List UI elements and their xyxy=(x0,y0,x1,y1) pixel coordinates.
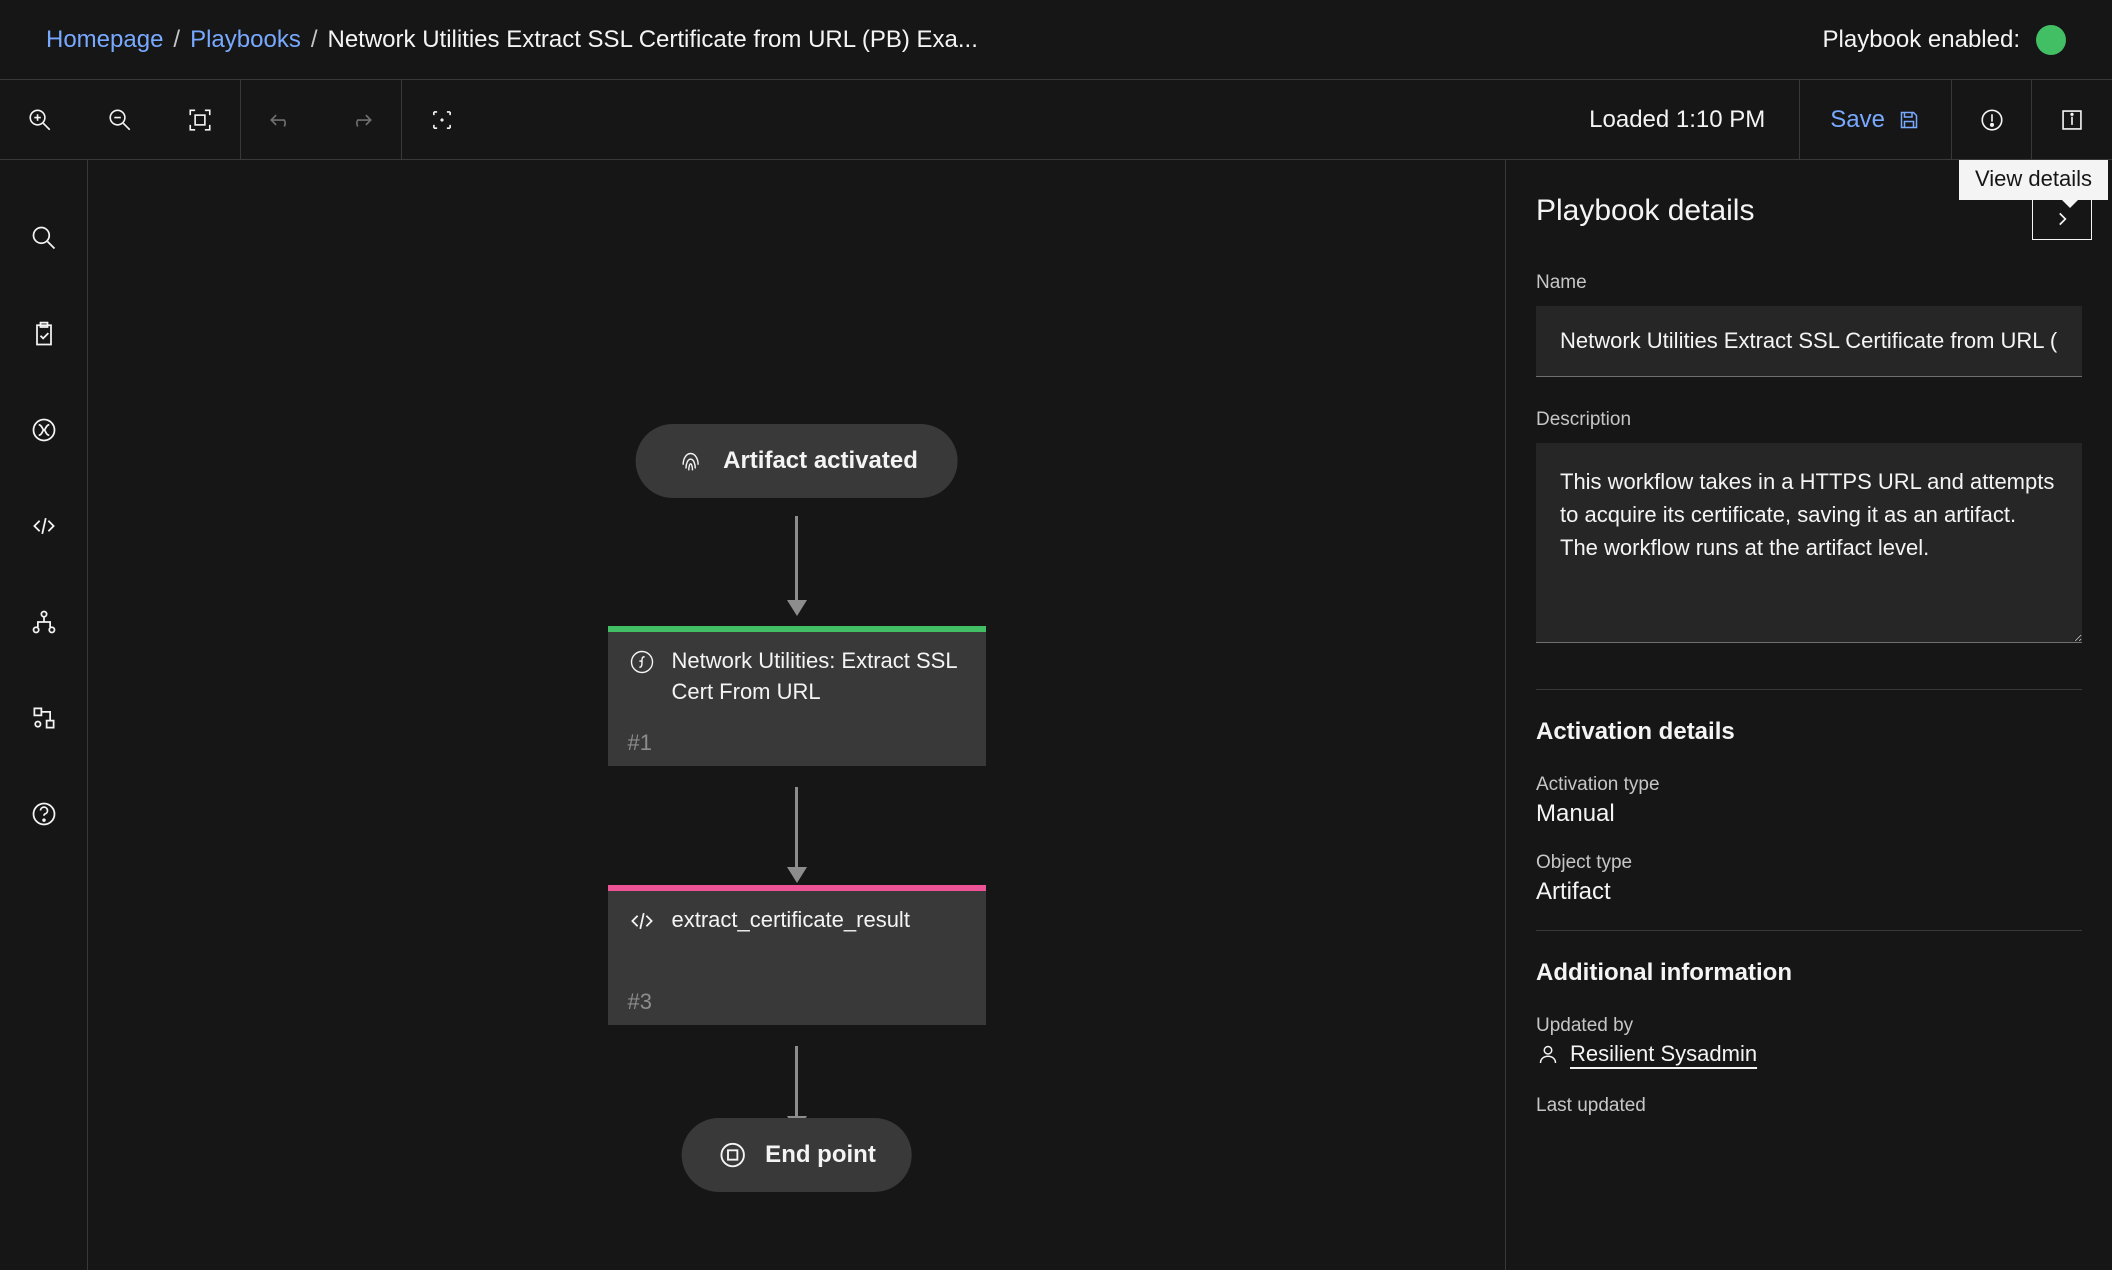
activation-heading: Activation details xyxy=(1536,718,2082,746)
save-icon xyxy=(1897,108,1921,132)
select-icon xyxy=(429,107,455,133)
script-node-icon xyxy=(628,907,656,935)
playbook-enabled-toggle[interactable] xyxy=(2036,25,2066,55)
chevron-right-icon xyxy=(2053,210,2071,228)
zoom-out-icon xyxy=(107,107,133,133)
breadcrumb-current: Network Utilities Extract SSL Certificat… xyxy=(328,26,978,54)
sidebar-search[interactable] xyxy=(0,190,88,286)
tree-icon xyxy=(30,608,58,636)
name-label: Name xyxy=(1536,272,2082,294)
zoom-in-button[interactable] xyxy=(0,80,80,159)
object-type-value: Artifact xyxy=(1536,878,2082,906)
sidebar-tasks[interactable] xyxy=(0,286,88,382)
flow-canvas[interactable]: Artifact activated Network Utilities: Ex… xyxy=(88,160,1506,1270)
description-textarea[interactable] xyxy=(1536,443,2082,643)
function-node-number: #1 xyxy=(608,726,986,766)
additional-heading: Additional information xyxy=(1536,959,2082,987)
sidebar-scripts[interactable] xyxy=(0,478,88,574)
function-node[interactable]: Network Utilities: Extract SSL Cert From… xyxy=(608,626,986,766)
name-input[interactable] xyxy=(1536,306,2082,377)
code-icon xyxy=(30,512,58,540)
undo-icon xyxy=(268,107,294,133)
function-node-title: Network Utilities: Extract SSL Cert From… xyxy=(672,646,966,716)
redo-icon xyxy=(348,107,374,133)
description-label: Description xyxy=(1536,409,2082,431)
script-node-number: #3 xyxy=(608,985,986,1025)
search-icon xyxy=(30,224,58,252)
sidebar-functions[interactable] xyxy=(0,382,88,478)
toolbar: Loaded 1:10 PM Save xyxy=(0,80,2112,160)
view-details-button[interactable] xyxy=(2032,80,2112,159)
save-button[interactable]: Save xyxy=(1800,80,1952,159)
updated-by-user[interactable]: Resilient Sysadmin xyxy=(1570,1041,1757,1067)
fit-screen-icon xyxy=(187,107,213,133)
activation-type-label: Activation type xyxy=(1536,774,2082,796)
warning-icon xyxy=(1979,107,2005,133)
script-node[interactable]: extract_certificate_result #3 xyxy=(608,885,986,1025)
clipboard-icon xyxy=(30,320,58,348)
function-icon xyxy=(30,416,58,444)
sidebar-decisions[interactable] xyxy=(0,670,88,766)
fingerprint-icon xyxy=(675,446,705,476)
end-node[interactable]: End point xyxy=(681,1118,912,1192)
sidebar-help[interactable] xyxy=(0,766,88,862)
view-details-tooltip: View details xyxy=(1959,160,2108,200)
errors-button[interactable] xyxy=(1952,80,2032,159)
user-icon xyxy=(1536,1042,1560,1066)
updated-by-label: Updated by xyxy=(1536,1015,2082,1037)
start-node[interactable]: Artifact activated xyxy=(635,424,958,498)
stop-icon xyxy=(717,1140,747,1170)
loaded-timestamp: Loaded 1:10 PM xyxy=(1555,80,1800,159)
help-icon xyxy=(30,800,58,828)
playbook-enabled-label: Playbook enabled: xyxy=(1823,26,2020,54)
breadcrumb-separator: / xyxy=(173,26,180,54)
info-panel-icon xyxy=(2059,107,2085,133)
select-button[interactable] xyxy=(402,80,482,159)
fit-screen-button[interactable] xyxy=(160,80,240,159)
zoom-out-button[interactable] xyxy=(80,80,160,159)
zoom-in-icon xyxy=(27,107,53,133)
breadcrumb-playbooks[interactable]: Playbooks xyxy=(190,26,301,54)
sidebar-subplaybooks[interactable] xyxy=(0,574,88,670)
breadcrumb-separator: / xyxy=(311,26,318,54)
breadcrumb: Homepage / Playbooks / Network Utilities… xyxy=(0,0,2112,80)
details-panel: View details Playbook details Name Descr… xyxy=(1506,160,2112,1270)
object-type-label: Object type xyxy=(1536,852,2082,874)
start-node-label: Artifact activated xyxy=(723,447,918,475)
undo-button[interactable] xyxy=(241,80,321,159)
script-node-title: extract_certificate_result xyxy=(672,905,910,975)
function-node-icon xyxy=(628,648,656,676)
activation-type-value: Manual xyxy=(1536,800,2082,828)
end-node-label: End point xyxy=(765,1141,876,1169)
collapse-panel-button[interactable] xyxy=(2032,198,2092,240)
left-sidebar xyxy=(0,160,88,1270)
breadcrumb-home[interactable]: Homepage xyxy=(46,26,163,54)
last-updated-label: Last updated xyxy=(1536,1095,2082,1117)
redo-button[interactable] xyxy=(321,80,401,159)
flow-icon xyxy=(30,704,58,732)
